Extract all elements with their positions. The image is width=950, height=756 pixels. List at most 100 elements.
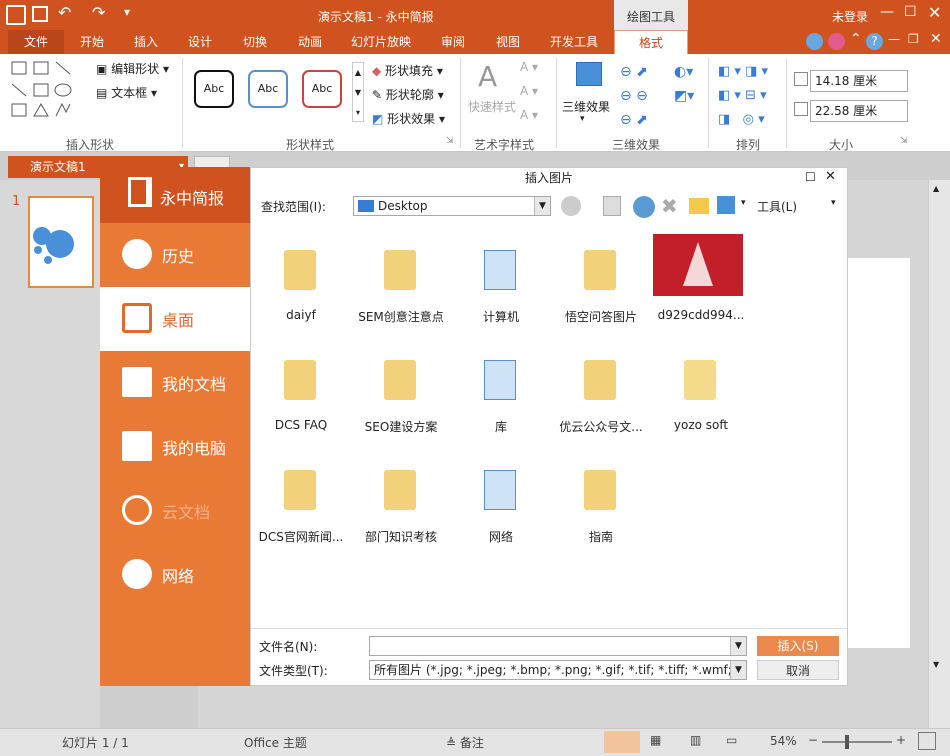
tab-review[interactable]: 审阅 (426, 30, 480, 54)
doc-restore-button[interactable]: ❐ (908, 32, 919, 46)
tab-animation[interactable]: 动画 (284, 30, 336, 54)
skin-icon[interactable] (828, 33, 845, 50)
vertical-scrollbar[interactable]: ▲ ▼ (928, 180, 950, 728)
delete-icon[interactable]: ✖ (661, 194, 678, 218)
3d-effect-button[interactable]: 三维效果 (562, 98, 610, 115)
list-item[interactable]: DCS官网新闻... (251, 446, 351, 546)
login-link[interactable]: 未登录 (832, 8, 868, 25)
shape-style-preset-2[interactable]: Abc (248, 70, 288, 108)
height-input[interactable]: 14.18 厘米 (810, 70, 908, 92)
list-item[interactable]: 计算机 (451, 226, 551, 326)
tab-developer[interactable]: 开发工具 (538, 30, 610, 54)
tab-slideshow[interactable]: 幻灯片放映 (340, 30, 422, 54)
reading-view-button[interactable]: ▥ (690, 733, 701, 747)
insert-button[interactable]: 插入(S) (757, 636, 839, 656)
sidebar-item-my-documents[interactable]: 我的文档 (100, 351, 250, 415)
undo-icon[interactable]: ↶ (58, 3, 71, 22)
size-dialog-launcher-icon[interactable]: ⇲ (900, 136, 908, 146)
filename-field[interactable]: ▼ (369, 636, 747, 656)
zoom-slider-thumb[interactable] (845, 735, 849, 749)
tools-dropdown-icon[interactable]: ▾ (831, 198, 836, 208)
sidebar-item-history[interactable]: 历史 (100, 223, 250, 287)
sorter-view-button[interactable]: ▦ (650, 733, 661, 747)
style-gallery-scroll[interactable]: ▲ ▼ ▾ (352, 62, 364, 122)
zoom-out-button[interactable]: − (808, 733, 818, 747)
notes-button[interactable]: ≜ 备注 (446, 734, 484, 751)
list-item[interactable]: 部门知识考核 (351, 446, 451, 546)
tab-transition[interactable]: 切换 (228, 30, 282, 54)
tab-format[interactable]: 格式 (614, 30, 688, 54)
save-icon[interactable] (32, 6, 48, 22)
maximize-button[interactable]: ☐ (904, 4, 917, 20)
dialog-close-button[interactable]: ✕ (825, 169, 836, 184)
list-item[interactable]: 库 (451, 336, 551, 436)
text-fill-icon[interactable]: A ▾ (520, 60, 538, 74)
zoom-slider[interactable] (822, 741, 892, 743)
slideshow-view-button[interactable]: ▭ (726, 733, 737, 747)
back-icon[interactable] (806, 33, 823, 50)
cancel-button[interactable]: 取消 (757, 660, 839, 680)
list-item[interactable]: daiyf (251, 226, 351, 326)
text-outline-icon[interactable]: A ▾ (520, 84, 538, 98)
fit-window-button[interactable] (918, 732, 936, 750)
sidebar-item-my-computer[interactable]: 我的电脑 (100, 415, 250, 479)
close-button[interactable]: ✕ (928, 3, 941, 22)
shape-outline-button[interactable]: ✎ 形状轮廓 ▾ (372, 86, 444, 103)
text-effect-icon[interactable]: A ▾ (520, 108, 538, 122)
list-item[interactable]: 优云公众号文... (551, 336, 651, 436)
list-item[interactable]: yozo soft (651, 336, 751, 436)
collapse-ribbon-icon[interactable]: ⌃ (850, 31, 862, 47)
list-item[interactable]: 指南 (551, 446, 651, 546)
tab-view[interactable]: 视图 (482, 30, 534, 54)
filetype-dropdown-icon[interactable]: ▼ (730, 661, 746, 679)
3d-dropdown-icon[interactable]: ▾ (580, 114, 585, 124)
list-item[interactable]: 悟空问答图片 (551, 226, 651, 326)
shape-gallery[interactable] (10, 60, 90, 122)
dialog-launcher-icon[interactable]: ⇲ (446, 136, 454, 146)
list-item[interactable]: SEM创意注意点 (351, 226, 451, 326)
lookin-dropdown-icon[interactable]: ▼ (534, 197, 550, 215)
up-folder-icon[interactable] (603, 196, 621, 216)
help-icon[interactable]: ? (866, 33, 883, 50)
tab-design[interactable]: 设计 (174, 30, 226, 54)
view-dropdown-icon[interactable]: ▾ (741, 198, 746, 208)
view-menu-icon[interactable] (717, 196, 735, 214)
normal-view-button[interactable] (604, 731, 640, 753)
edit-shape-button[interactable]: ▣ 编辑形状 ▾ (96, 60, 169, 77)
scroll-up-icon[interactable]: ▲ (933, 184, 939, 193)
tools-menu[interactable]: 工具(L) (757, 198, 797, 215)
list-item[interactable]: 网络 (451, 446, 551, 546)
lookin-combo[interactable]: Desktop ▼ (353, 196, 551, 216)
slide-thumbnail[interactable] (28, 196, 94, 288)
zoom-in-button[interactable]: + (896, 733, 906, 747)
textbox-button[interactable]: ▤ 文本框 ▾ (96, 84, 157, 101)
filetype-select[interactable]: 所有图片 (*.jpg; *.jpeg; *.bmp; *.png; *.gif… (369, 660, 747, 680)
tab-home[interactable]: 开始 (66, 30, 118, 54)
sidebar-item-desktop[interactable]: 桌面 (100, 287, 250, 351)
arrange-controls[interactable]: ◧ ▾ ◨ ▾ ◧ ▾ ⊟ ▾ ◨ ◎ ▾ (718, 60, 790, 132)
shape-effect-button[interactable]: ◩ 形状效果 ▾ (372, 110, 445, 127)
list-item[interactable]: SEO建设方案 (351, 336, 451, 436)
customize-toolbar-icon[interactable]: ▾ (124, 5, 130, 19)
tab-file[interactable]: 文件 (8, 30, 64, 54)
new-folder-icon[interactable] (689, 198, 709, 214)
minimize-button[interactable]: — (880, 4, 894, 20)
filename-dropdown-icon[interactable]: ▼ (730, 637, 746, 655)
redo-icon[interactable]: ↷ (92, 3, 105, 22)
scroll-down-icon[interactable]: ▼ (933, 660, 939, 669)
back-nav-icon[interactable] (561, 196, 581, 216)
quick-style-button[interactable]: 快速样式 (468, 98, 516, 115)
doc-minimize-button[interactable]: — (888, 32, 900, 46)
shape-fill-button[interactable]: ◆ 形状填充 ▾ (372, 62, 443, 79)
list-item[interactable]: DCS FAQ (251, 336, 351, 436)
list-item[interactable]: d929cdd994... (651, 226, 751, 326)
width-input[interactable]: 22.58 厘米 (810, 100, 908, 122)
doc-close-button[interactable]: ✕ (930, 31, 942, 47)
sidebar-item-cloud[interactable]: 云文档 (100, 479, 250, 543)
3d-tilt-controls[interactable]: ⊖ ⬈ ⊖ ⊖ ⊖ ⬈ (620, 60, 670, 132)
shape-style-preset-1[interactable]: Abc (194, 70, 234, 108)
sidebar-item-network[interactable]: 网络 (100, 543, 250, 607)
shape-style-preset-3[interactable]: Abc (302, 70, 342, 108)
3d-color-controls[interactable]: ◐▾ ◩▾ (674, 60, 710, 132)
dialog-maximize-button[interactable]: ☐ (805, 170, 816, 184)
